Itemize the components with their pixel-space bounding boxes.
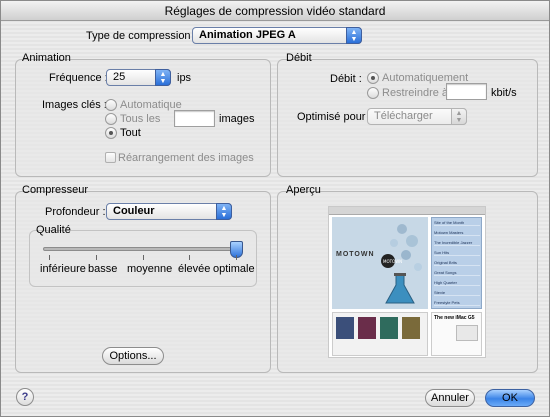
optimize-popup[interactable]: Télécharger ▲ ▼: [367, 108, 467, 125]
quality-tick: [142, 255, 144, 260]
help-button[interactable]: ?: [16, 388, 34, 406]
keyframes-label: Images clés :: [42, 99, 107, 111]
depth-value: Couleur: [113, 205, 155, 217]
debit-unit: kbit/s: [491, 87, 517, 99]
preview-promo-text: The new iMac G5: [434, 315, 475, 321]
quality-tick: [95, 255, 97, 260]
popup-arrows-icon: ▲ ▼: [346, 27, 362, 44]
preview-bubbles-graphic: MOTOWN: [381, 224, 422, 304]
frequency-label: Fréquence :: [49, 72, 108, 84]
preview-toolbar: [329, 207, 485, 215]
debit-restrict-radio[interactable]: [367, 87, 379, 99]
quality-level-lowest: inférieure: [40, 263, 86, 275]
compressor-group-title: Compresseur: [22, 184, 89, 196]
preview-sidebar-item: Original Brits: [434, 260, 480, 266]
compression-type-label: Type de compression :: [86, 30, 197, 42]
ok-button[interactable]: OK: [485, 389, 535, 407]
keyframes-unit: images: [219, 113, 255, 125]
debit-restrict-label: Restreindre à: [382, 87, 449, 99]
options-button[interactable]: Options...: [102, 347, 164, 365]
quality-level-best: optimale: [213, 263, 255, 275]
quality-level-medium: moyenne: [127, 263, 173, 275]
popup-arrows-icon: ▲ ▼: [451, 108, 467, 125]
preview-sidebar-item: Freestyle Pets: [434, 300, 480, 306]
dialog-window: Réglages de compression vidéo standard T…: [0, 0, 550, 417]
optimize-value: Télécharger: [374, 110, 433, 122]
preview-sidebar-item: Great Songs: [434, 270, 480, 276]
optimize-label: Optimisé pour: [297, 111, 366, 123]
cancel-button[interactable]: Annuler: [425, 389, 475, 407]
title-bar: Réglages de compression vidéo standard: [1, 1, 549, 21]
depth-label: Profondeur :: [45, 206, 106, 218]
svg-text:MOTOWN: MOTOWN: [383, 259, 402, 264]
debit-label: Débit :: [330, 73, 362, 85]
preview-thumb: [358, 317, 376, 339]
quality-tick: [236, 255, 237, 260]
depth-popup[interactable]: Couleur ▲ ▼: [106, 203, 232, 220]
quality-level-low: basse: [88, 263, 118, 275]
preview-sidebar: Site of the Month Motown Masters The Incre…: [431, 217, 482, 309]
debit-group-title: Débit: [286, 52, 312, 64]
keyframes-automatic-radio[interactable]: [105, 99, 117, 111]
quality-tick: [189, 255, 191, 260]
keyframes-count-input[interactable]: [174, 110, 215, 127]
preview-image: MOTOWN MOTOWN Site of the Month Motown Ma…: [328, 206, 486, 358]
keyframes-all-radio[interactable]: [105, 127, 117, 139]
compression-type-value: Animation JPEG A: [199, 29, 296, 41]
quality-slider-track[interactable]: [43, 247, 243, 251]
preview-sidebar-item: Sun Hits: [434, 250, 480, 256]
preview-sidebar-item: Stevie: [434, 290, 480, 296]
animation-group-title: Animation: [22, 52, 71, 64]
frequency-value: 25: [113, 71, 126, 83]
preview-sidebar-item: The Incredible Jazzer: [434, 240, 480, 246]
popup-arrows-icon: ▲ ▼: [155, 69, 171, 86]
popup-arrows-icon: ▲ ▼: [216, 203, 232, 220]
keyframes-every-radio[interactable]: [105, 113, 117, 125]
preview-imac-image: [456, 325, 478, 341]
preview-sidebar-item: High Quarter: [434, 280, 480, 286]
frequency-popup[interactable]: 25 ▲ ▼: [106, 69, 171, 86]
quality-tick: [49, 255, 50, 260]
preview-thumb: [336, 317, 354, 339]
keyframes-automatic-label: Automatique: [120, 99, 182, 111]
quality-level-high: élevée: [178, 263, 211, 275]
quality-group-title: Qualité: [36, 224, 71, 236]
reorder-checkbox[interactable]: [105, 152, 116, 163]
keyframes-all-label: Tout: [120, 127, 141, 139]
preview-promo: The new iMac G5: [431, 312, 482, 356]
preview-motown-area: MOTOWN MOTOWN: [332, 217, 428, 309]
frequency-unit: ips: [177, 72, 192, 84]
preview-thumb: [380, 317, 398, 339]
preview-sidebar-item: Motown Masters: [434, 230, 480, 236]
preview-group-title: Aperçu: [286, 184, 321, 196]
keyframes-every-label: Tous les: [120, 113, 161, 125]
reorder-label: Réarrangement des images: [118, 152, 254, 164]
debit-rate-input[interactable]: [446, 83, 487, 100]
preview-bottom-strip: [332, 312, 428, 356]
preview-sidebar-item: Site of the Month: [434, 220, 480, 226]
compression-type-popup[interactable]: Animation JPEG A ▲ ▼: [192, 27, 362, 44]
preview-thumb: [402, 317, 420, 339]
debit-auto-radio[interactable]: [367, 72, 379, 84]
